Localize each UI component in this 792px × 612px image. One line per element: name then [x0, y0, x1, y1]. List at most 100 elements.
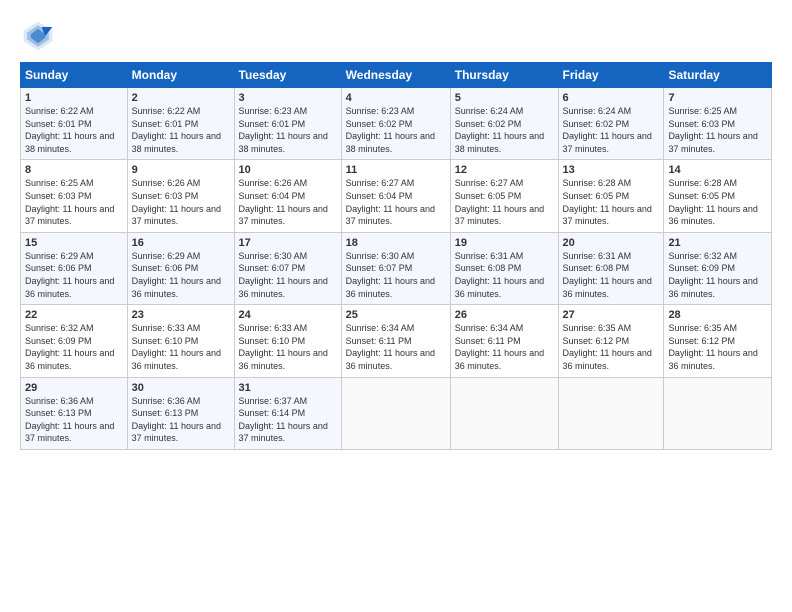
day-number: 11 [346, 164, 446, 176]
day-number: 18 [346, 237, 446, 249]
day-info: Sunrise: 6:33 AMSunset: 6:10 PMDaylight:… [239, 322, 337, 372]
calendar-day-cell: 6Sunrise: 6:24 AMSunset: 6:02 PMDaylight… [558, 88, 664, 160]
calendar-day-cell: 10Sunrise: 6:26 AMSunset: 6:04 PMDayligh… [234, 160, 341, 232]
calendar-day-cell: 3Sunrise: 6:23 AMSunset: 6:01 PMDaylight… [234, 88, 341, 160]
day-number: 21 [668, 237, 767, 249]
day-number: 15 [25, 237, 123, 249]
calendar-day-cell [558, 377, 664, 449]
calendar-day-cell: 29Sunrise: 6:36 AMSunset: 6:13 PMDayligh… [21, 377, 128, 449]
day-number: 22 [25, 309, 123, 321]
day-number: 9 [132, 164, 230, 176]
calendar-body: 1Sunrise: 6:22 AMSunset: 6:01 PMDaylight… [21, 88, 772, 450]
day-number: 12 [455, 164, 554, 176]
day-number: 13 [563, 164, 660, 176]
logo-icon [20, 18, 56, 54]
day-number: 1 [25, 92, 123, 104]
day-info: Sunrise: 6:35 AMSunset: 6:12 PMDaylight:… [668, 322, 767, 372]
day-info: Sunrise: 6:24 AMSunset: 6:02 PMDaylight:… [563, 105, 660, 155]
calendar-day-cell: 4Sunrise: 6:23 AMSunset: 6:02 PMDaylight… [341, 88, 450, 160]
day-number: 2 [132, 92, 230, 104]
day-number: 16 [132, 237, 230, 249]
calendar-day-cell: 19Sunrise: 6:31 AMSunset: 6:08 PMDayligh… [450, 232, 558, 304]
day-info: Sunrise: 6:27 AMSunset: 6:05 PMDaylight:… [455, 177, 554, 227]
weekday-header: Sunday [21, 63, 128, 88]
calendar-day-cell: 18Sunrise: 6:30 AMSunset: 6:07 PMDayligh… [341, 232, 450, 304]
header [20, 18, 772, 54]
day-info: Sunrise: 6:22 AMSunset: 6:01 PMDaylight:… [25, 105, 123, 155]
day-info: Sunrise: 6:30 AMSunset: 6:07 PMDaylight:… [346, 250, 446, 300]
calendar-week-row: 1Sunrise: 6:22 AMSunset: 6:01 PMDaylight… [21, 88, 772, 160]
day-info: Sunrise: 6:31 AMSunset: 6:08 PMDaylight:… [455, 250, 554, 300]
calendar-day-cell: 11Sunrise: 6:27 AMSunset: 6:04 PMDayligh… [341, 160, 450, 232]
calendar-day-cell: 26Sunrise: 6:34 AMSunset: 6:11 PMDayligh… [450, 305, 558, 377]
calendar-day-cell: 12Sunrise: 6:27 AMSunset: 6:05 PMDayligh… [450, 160, 558, 232]
day-number: 20 [563, 237, 660, 249]
calendar-day-cell [341, 377, 450, 449]
day-info: Sunrise: 6:26 AMSunset: 6:03 PMDaylight:… [132, 177, 230, 227]
calendar-week-row: 15 Sunrise: 6:29 AMSunset: 6:06 PMDayligh… [21, 232, 772, 304]
day-number: 19 [455, 237, 554, 249]
day-info: Sunrise: 6:22 AMSunset: 6:01 PMDaylight:… [132, 105, 230, 155]
calendar-day-cell: 20Sunrise: 6:31 AMSunset: 6:08 PMDayligh… [558, 232, 664, 304]
calendar-day-cell: 15Sunrise: 6:29 AMSunset: 6:06 PMDayligh… [21, 232, 128, 304]
day-number: 27 [563, 309, 660, 321]
calendar-day-cell: 31Sunrise: 6:37 AMSunset: 6:14 PMDayligh… [234, 377, 341, 449]
weekday-header: Monday [127, 63, 234, 88]
calendar-day-cell: 25Sunrise: 6:34 AMSunset: 6:11 PMDayligh… [341, 305, 450, 377]
calendar-day-cell: 5Sunrise: 6:24 AMSunset: 6:02 PMDaylight… [450, 88, 558, 160]
calendar-day-cell: 13Sunrise: 6:28 AMSunset: 6:05 PMDayligh… [558, 160, 664, 232]
day-info: Sunrise: 6:25 AMSunset: 6:03 PMDaylight:… [25, 177, 123, 227]
day-info: Sunrise: 6:32 AMSunset: 6:09 PMDaylight:… [668, 250, 767, 300]
calendar-day-cell: 23Sunrise: 6:33 AMSunset: 6:10 PMDayligh… [127, 305, 234, 377]
calendar-day-cell: 24Sunrise: 6:33 AMSunset: 6:10 PMDayligh… [234, 305, 341, 377]
page: SundayMondayTuesdayWednesdayThursdayFrid… [0, 0, 792, 612]
calendar-week-row: 29Sunrise: 6:36 AMSunset: 6:13 PMDayligh… [21, 377, 772, 449]
day-number: 31 [239, 382, 337, 394]
day-info: Sunrise: 6:37 AMSunset: 6:14 PMDaylight:… [239, 395, 337, 445]
day-number: 8 [25, 164, 123, 176]
day-number: 23 [132, 309, 230, 321]
day-info: Sunrise: 6:34 AMSunset: 6:11 PMDaylight:… [455, 322, 554, 372]
weekday-header: Thursday [450, 63, 558, 88]
calendar-day-cell: 22Sunrise: 6:32 AMSunset: 6:09 PMDayligh… [21, 305, 128, 377]
calendar-day-cell: 7Sunrise: 6:25 AMSunset: 6:03 PMDaylight… [664, 88, 772, 160]
calendar-day-cell: 14Sunrise: 6:28 AMSunset: 6:05 PMDayligh… [664, 160, 772, 232]
day-info: Sunrise: 6:26 AMSunset: 6:04 PMDaylight:… [239, 177, 337, 227]
calendar-day-cell: 9Sunrise: 6:26 AMSunset: 6:03 PMDaylight… [127, 160, 234, 232]
day-number: 24 [239, 309, 337, 321]
day-info: Sunrise: 6:36 AMSunset: 6:13 PMDaylight:… [25, 395, 123, 445]
calendar-day-cell: 28Sunrise: 6:35 AMSunset: 6:12 PMDayligh… [664, 305, 772, 377]
day-info: Sunrise: 6:27 AMSunset: 6:04 PMDaylight:… [346, 177, 446, 227]
day-info: Sunrise: 6:29 AMSunset: 6:06 PMDaylight:… [132, 250, 230, 300]
day-info: Sunrise: 6:36 AMSunset: 6:13 PMDaylight:… [132, 395, 230, 445]
day-info: Sunrise: 6:34 AMSunset: 6:11 PMDaylight:… [346, 322, 446, 372]
logo [20, 18, 60, 54]
calendar-day-cell: 1Sunrise: 6:22 AMSunset: 6:01 PMDaylight… [21, 88, 128, 160]
day-number: 17 [239, 237, 337, 249]
day-number: 14 [668, 164, 767, 176]
day-number: 26 [455, 309, 554, 321]
day-info: Sunrise: 6:23 AMSunset: 6:01 PMDaylight:… [239, 105, 337, 155]
day-info: Sunrise: 6:23 AMSunset: 6:02 PMDaylight:… [346, 105, 446, 155]
calendar-day-cell: 17Sunrise: 6:30 AMSunset: 6:07 PMDayligh… [234, 232, 341, 304]
calendar-day-cell: 2Sunrise: 6:22 AMSunset: 6:01 PMDaylight… [127, 88, 234, 160]
weekday-row: SundayMondayTuesdayWednesdayThursdayFrid… [21, 63, 772, 88]
calendar-day-cell: 30Sunrise: 6:36 AMSunset: 6:13 PMDayligh… [127, 377, 234, 449]
day-number: 25 [346, 309, 446, 321]
day-number: 29 [25, 382, 123, 394]
day-number: 3 [239, 92, 337, 104]
day-number: 5 [455, 92, 554, 104]
day-info: Sunrise: 6:28 AMSunset: 6:05 PMDaylight:… [668, 177, 767, 227]
day-number: 30 [132, 382, 230, 394]
day-number: 6 [563, 92, 660, 104]
day-number: 4 [346, 92, 446, 104]
day-info: Sunrise: 6:35 AMSunset: 6:12 PMDaylight:… [563, 322, 660, 372]
day-number: 7 [668, 92, 767, 104]
day-info: Sunrise: 6:31 AMSunset: 6:08 PMDaylight:… [563, 250, 660, 300]
calendar-day-cell: 27Sunrise: 6:35 AMSunset: 6:12 PMDayligh… [558, 305, 664, 377]
day-info: Sunrise: 6:25 AMSunset: 6:03 PMDaylight:… [668, 105, 767, 155]
calendar-week-row: 22Sunrise: 6:32 AMSunset: 6:09 PMDayligh… [21, 305, 772, 377]
weekday-header: Tuesday [234, 63, 341, 88]
day-info: Sunrise: 6:32 AMSunset: 6:09 PMDaylight:… [25, 322, 123, 372]
calendar-day-cell [450, 377, 558, 449]
